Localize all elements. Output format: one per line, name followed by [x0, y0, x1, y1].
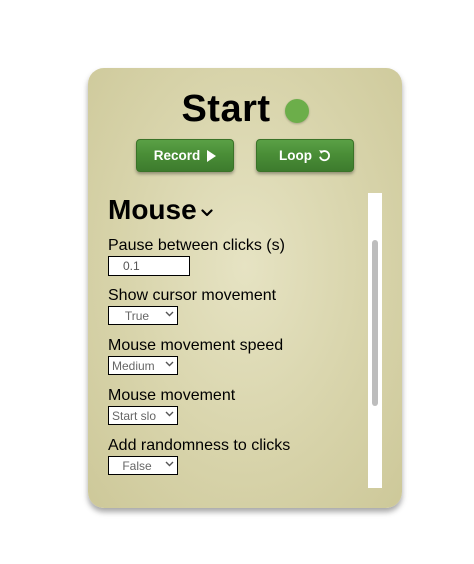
chevron-down-icon — [201, 209, 213, 217]
mouse-movement-select[interactable]: Start slo — [108, 406, 178, 425]
settings-scroll-area[interactable]: Mouse Pause between clicks (s) 0.1 Show … — [108, 192, 366, 492]
mouse-section-header[interactable]: Mouse — [108, 192, 366, 228]
setting-label: Show cursor movement — [108, 287, 277, 304]
chevron-down-icon — [165, 461, 174, 467]
chevron-down-icon — [165, 361, 174, 367]
loop-button[interactable]: Loop — [256, 139, 354, 172]
panel-header: Start — [88, 86, 402, 132]
movement-speed-select[interactable]: Medium — [108, 356, 178, 375]
loop-icon — [318, 149, 331, 162]
randomness-select[interactable]: False — [108, 456, 178, 475]
chevron-down-icon — [165, 411, 174, 417]
loop-button-label: Loop — [279, 148, 312, 163]
play-icon — [206, 149, 217, 162]
chevron-down-icon — [165, 311, 174, 317]
scrollbar-thumb[interactable] — [372, 240, 378, 406]
setting-label: Mouse movement speed — [108, 337, 284, 354]
setting-add-randomness: Add randomness to clicks False — [108, 436, 366, 478]
section-title: Mouse — [108, 194, 197, 225]
setting-label: Add randomness to clicks — [108, 437, 291, 454]
setting-mouse-movement: Mouse movement Start slo — [108, 386, 366, 428]
record-button[interactable]: Record — [136, 139, 234, 172]
setting-label: Mouse movement — [108, 387, 236, 404]
setting-show-cursor-movement: Show cursor movement True — [108, 286, 366, 328]
scrollbar[interactable] — [368, 193, 382, 488]
setting-label: Pause between clicks (s) — [108, 237, 285, 254]
status-indicator — [284, 99, 309, 123]
start-title[interactable]: Start — [181, 88, 270, 131]
setting-mouse-movement-speed: Mouse movement speed Medium — [108, 336, 366, 378]
pause-input[interactable]: 0.1 — [108, 256, 190, 276]
setting-pause-between-clicks: Pause between clicks (s) 0.1 — [108, 236, 366, 278]
control-panel: Start Record Loop Mouse Pause between cl… — [88, 68, 402, 508]
show-cursor-select[interactable]: True — [108, 306, 178, 325]
record-button-label: Record — [153, 148, 201, 163]
